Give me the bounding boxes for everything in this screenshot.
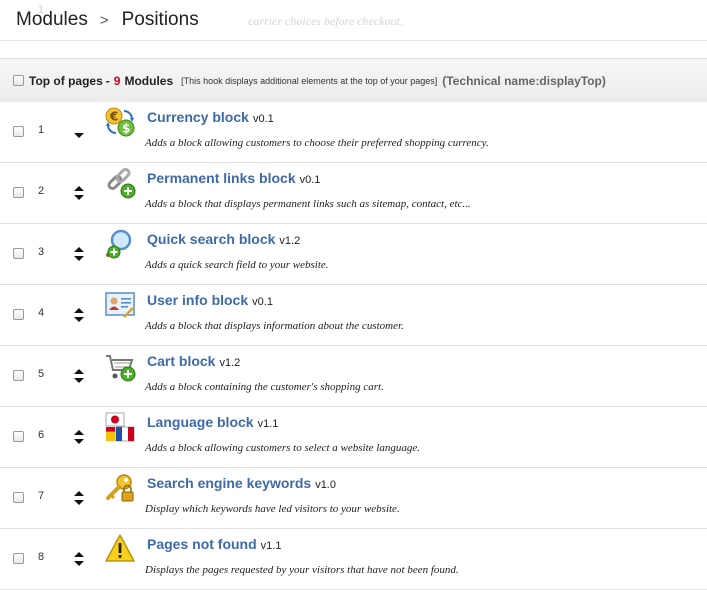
hook-name: Top of pages [29, 73, 103, 88]
module-row: 7 Search engine keywords v1.0 Display whi… [0, 468, 707, 529]
move-up-down-icon[interactable] [72, 305, 86, 325]
module-version: v1.2 [219, 357, 241, 369]
module-title[interactable]: Pages not found [147, 536, 257, 552]
module-position: 4 [38, 307, 45, 319]
module-description: Adds a block allowing customers to choos… [145, 137, 489, 149]
module-checkbox[interactable] [13, 553, 24, 564]
module-position: 6 [38, 429, 45, 441]
module-description: Adds a block that displays information a… [145, 320, 404, 332]
module-row: 2 Permanent links block v0.1 Adds a block… [0, 163, 707, 224]
move-up-down-icon[interactable] [72, 244, 86, 264]
hook-modules-label: Modules [124, 73, 174, 88]
module-checkbox[interactable] [13, 370, 24, 381]
module-version: v1.0 [315, 479, 336, 491]
module-title[interactable]: Permanent links block [147, 170, 296, 186]
module-row: 8 Pages not found v1.1 Displays the pages… [0, 529, 707, 590]
module-checkbox[interactable] [13, 187, 24, 198]
module-row: 5 Cart block v1.2 Adds a block containing… [0, 346, 707, 407]
shopping-cart-icon [106, 355, 136, 382]
module-version: v1.1 [260, 540, 282, 552]
module-description: Display which keywords have led visitors… [145, 503, 400, 515]
module-description: Displays the pages requested by your vis… [145, 564, 459, 576]
module-version: v0.1 [299, 174, 321, 186]
move-up-down-icon[interactable] [72, 549, 86, 569]
module-version: v0.1 [252, 113, 274, 125]
module-position: 2 [38, 185, 45, 197]
warning-icon [105, 534, 135, 562]
user-card-icon [105, 292, 135, 318]
module-title[interactable]: Quick search block [147, 231, 275, 247]
module-version: v1.2 [279, 235, 301, 247]
move-up-down-icon[interactable] [72, 427, 86, 447]
hook-select-all-checkbox[interactable] [13, 75, 24, 86]
module-description: Adds a block that displays permanent lin… [145, 198, 471, 210]
module-position: 8 [38, 551, 45, 563]
module-checkbox[interactable] [13, 248, 24, 259]
module-description: Adds a block allowing customers to selec… [145, 442, 420, 454]
breadcrumb: Modules > Positions [0, 0, 707, 40]
module-row: 4 User info block v0.1 Adds a block that … [0, 285, 707, 346]
move-up-down-icon[interactable] [72, 183, 86, 203]
key-lock-icon [106, 474, 134, 502]
module-title[interactable]: Language block [147, 414, 254, 430]
hook-header: Top of pages - 9 Modules [This hook disp… [0, 58, 707, 103]
module-description: Adds a block containing the customer's s… [145, 381, 384, 393]
breadcrumb-positions: Positions [121, 9, 199, 30]
svg-text:€: € [109, 110, 118, 124]
module-version: v0.1 [252, 296, 273, 308]
module-row: 1 € $ Currency block v0.1 Adds a block al… [0, 102, 707, 163]
module-checkbox[interactable] [13, 431, 24, 442]
module-row: 3 Quick search block v1.2 Adds a quick se… [0, 224, 707, 285]
currency-exchange-icon: € $ [105, 107, 135, 137]
breadcrumb-separator: > [99, 11, 109, 29]
module-position: 5 [38, 368, 45, 380]
module-checkbox[interactable] [13, 126, 24, 137]
flags-icon [105, 412, 135, 442]
hook-dash: - [105, 73, 110, 88]
move-up-down-icon[interactable] [72, 488, 86, 508]
module-checkbox[interactable] [13, 492, 24, 503]
hook-technical-name: (Technical name:displayTop) [442, 73, 606, 88]
module-title[interactable]: Currency block [147, 109, 249, 125]
module-position: 1 [38, 124, 45, 136]
move-down-icon[interactable] [72, 122, 86, 142]
move-up-down-icon[interactable] [72, 366, 86, 386]
hook-module-count: 9 [113, 73, 121, 88]
module-title[interactable]: Cart block [147, 353, 215, 369]
module-list: 1 € $ Currency block v0.1 Adds a block al… [0, 102, 707, 590]
module-checkbox[interactable] [13, 309, 24, 320]
module-title[interactable]: Search engine keywords [147, 475, 311, 491]
breadcrumb-modules[interactable]: Modules [16, 9, 88, 31]
module-version: v1.1 [257, 418, 279, 430]
module-row: 6 Language block v1.1 Adds a block allowi… [0, 407, 707, 468]
svg-text:$: $ [122, 122, 130, 136]
hook-description: [This hook displays additional elements … [181, 75, 438, 86]
chain-link-icon [107, 168, 136, 199]
module-title[interactable]: User info block [147, 292, 248, 308]
module-position: 3 [38, 246, 45, 258]
module-description: Adds a quick search field to your websit… [145, 259, 329, 271]
module-position: 7 [38, 490, 45, 502]
magnifier-icon [106, 229, 132, 259]
